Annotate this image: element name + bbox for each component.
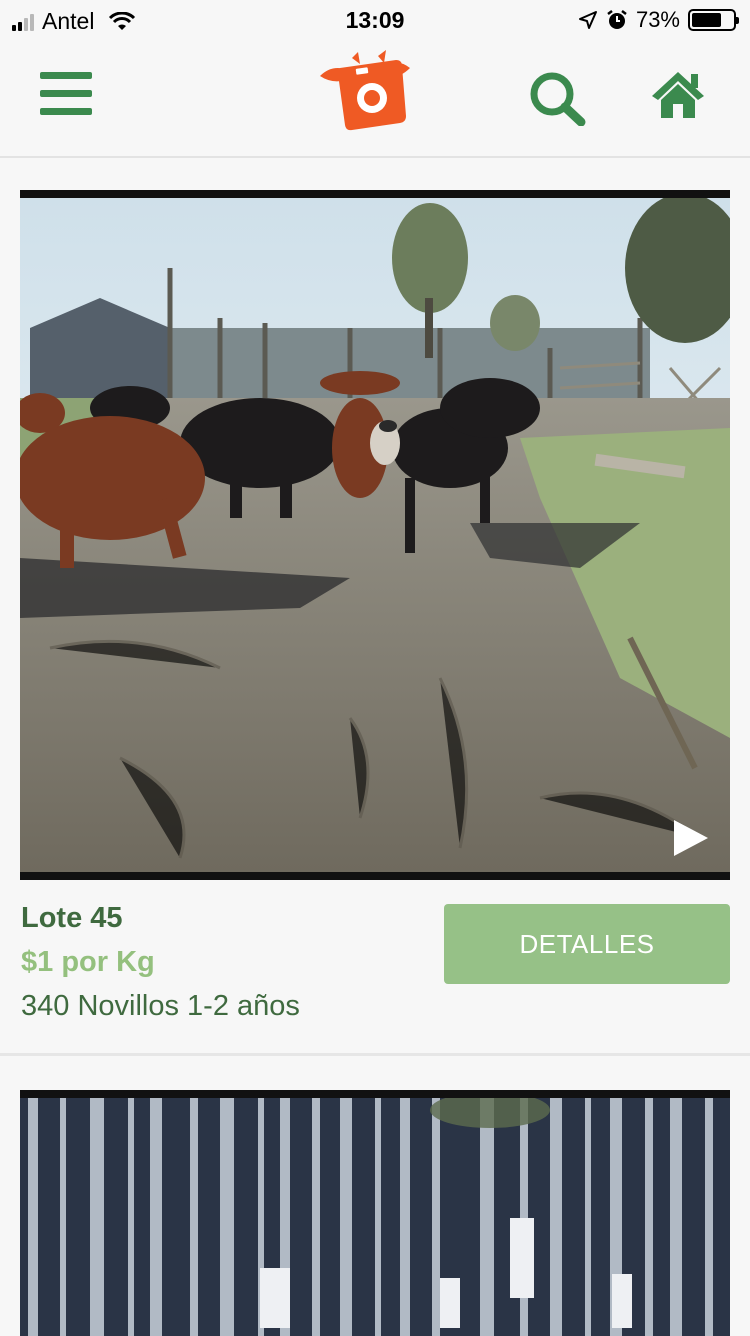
play-icon[interactable]: [672, 818, 710, 858]
battery-icon: [688, 9, 739, 31]
video-thumbnail-cattle[interactable]: [20, 190, 730, 880]
cow-camera-logo[interactable]: [318, 50, 412, 132]
status-bar: Antel 13:09 73%: [0, 0, 750, 40]
home-icon[interactable]: [650, 70, 706, 120]
forest-photo: [20, 1098, 730, 1336]
alarm-icon: [607, 10, 627, 29]
battery-percent: 73%: [635, 7, 680, 32]
location-arrow-icon: [578, 11, 597, 29]
details-button[interactable]: DETALLES: [444, 904, 730, 984]
cattle-photo: [20, 198, 730, 872]
lot-card: Lote 45 $1 por Kg 340 Novillos 1-2 años …: [0, 160, 750, 1056]
top-navigation: [0, 40, 750, 158]
video-thumbnail-forest[interactable]: [20, 1090, 730, 1336]
battery-fill: [692, 13, 722, 27]
lot-price: $1 por Kg: [21, 946, 155, 978]
lot-title: Lote 45: [21, 902, 123, 934]
lot-description: 340 Novillos 1-2 años: [21, 990, 300, 1022]
menu-icon[interactable]: [40, 72, 92, 116]
lot-card: [0, 1088, 750, 1336]
search-icon[interactable]: [528, 70, 586, 126]
status-right: 73%: [578, 7, 739, 33]
